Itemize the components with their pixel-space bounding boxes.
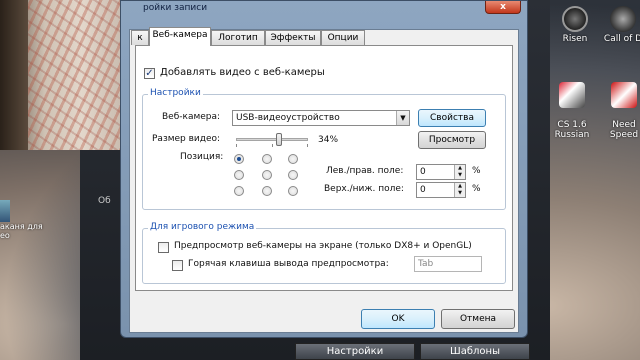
spinner-arrows-icon[interactable]: ▲ ▼	[454, 183, 465, 197]
tb-margin-value: 0	[420, 185, 426, 195]
tab-effects[interactable]: Эффекты	[265, 30, 321, 45]
title-bar[interactable]: ройки записи x	[121, 1, 527, 19]
desktop-icon-label: Need Speed	[609, 120, 639, 140]
settings-group-title: Настройки	[148, 88, 203, 98]
tab-options[interactable]: Опции	[321, 30, 365, 45]
desktop-icon-label: Risen	[562, 34, 588, 44]
desktop-icon-label: CS 1.6 Russian	[554, 120, 590, 140]
webcam-select-value: USB-видеоустройство	[236, 113, 340, 123]
background-templates-button[interactable]: Шаблоны	[420, 343, 530, 360]
game-mode-group-title: Для игрового режима	[148, 222, 257, 232]
tb-margin-unit: %	[472, 184, 481, 194]
background-app-side-label: Об	[98, 196, 111, 206]
video-size-slider-thumb[interactable]	[276, 133, 282, 146]
chevron-down-icon[interactable]: ▼	[396, 111, 409, 125]
properties-button[interactable]: Свойства	[418, 109, 486, 127]
ok-button[interactable]: OK	[361, 309, 435, 329]
preview-button[interactable]: Просмотр	[418, 131, 486, 149]
tb-margin-spinner[interactable]: 0 ▲ ▼	[416, 182, 466, 198]
desktop-icon-risen[interactable]: Risen	[556, 6, 594, 44]
webcam-label: Веб-камера:	[162, 112, 221, 122]
position-radio-top-left[interactable]	[234, 154, 244, 164]
call-of-duty-icon	[610, 6, 636, 32]
position-radio-middle-right[interactable]	[288, 170, 298, 180]
desktop-icon-need-for-speed[interactable]: Need Speed	[608, 72, 640, 150]
position-radio-top-center[interactable]	[262, 154, 272, 164]
desktop-icon-fragment[interactable]: аканя для ео	[0, 200, 43, 240]
video-size-label: Размер видео:	[152, 134, 221, 144]
cancel-button[interactable]: Отмена	[441, 309, 515, 329]
lr-margin-label: Лев./прав. поле:	[326, 166, 404, 176]
window-title: ройки записи	[143, 3, 208, 13]
position-radio-top-right[interactable]	[288, 154, 298, 164]
add-webcam-video-checkbox[interactable]: ✓	[144, 68, 155, 79]
video-size-value: 34%	[318, 135, 339, 145]
tab-logo[interactable]: Логотип	[211, 30, 265, 45]
lr-margin-value: 0	[420, 167, 426, 177]
position-radio-bottom-left[interactable]	[234, 186, 244, 196]
tab-webcam[interactable]: Веб-камера	[149, 27, 211, 46]
webcam-tab-page: ✓ Добавлять видео с веб-камеры Настройки…	[135, 45, 513, 291]
background-settings-button[interactable]: Настройки	[295, 343, 415, 360]
need-for-speed-icon	[611, 82, 637, 108]
desktop-icon-cs16[interactable]: CS 1.6 Russian	[552, 72, 592, 150]
hotkey-input[interactable]: Tab	[414, 256, 482, 272]
spinner-arrows-icon[interactable]: ▲ ▼	[454, 165, 465, 179]
position-radio-middle-left[interactable]	[234, 170, 244, 180]
desktop-icon-label: Call of D	[603, 34, 640, 44]
tab-general[interactable]: к	[131, 30, 149, 45]
desktop-icon-call-of-duty[interactable]: Call of D	[602, 6, 640, 44]
desktop-icon-label: ео	[0, 231, 10, 240]
video-size-slider[interactable]	[236, 138, 308, 141]
hotkey-checkbox[interactable]	[172, 260, 183, 271]
position-radio-bottom-right[interactable]	[288, 186, 298, 196]
position-radio-middle-center[interactable]	[262, 170, 272, 180]
close-button[interactable]: x	[485, 1, 521, 14]
document-icon	[0, 200, 10, 222]
lr-margin-spinner[interactable]: 0 ▲ ▼	[416, 164, 466, 180]
counter-strike-icon	[559, 82, 585, 108]
position-radio-bottom-center[interactable]	[262, 186, 272, 196]
lr-margin-unit: %	[472, 166, 481, 176]
hotkey-label: Горячая клавиша вывода предпросмотра:	[188, 259, 389, 269]
desktop-icon-label: аканя для	[0, 222, 43, 231]
webcam-select[interactable]: USB-видеоустройство ▼	[232, 110, 410, 126]
webcam-preview-checkbox[interactable]	[158, 242, 169, 253]
tb-margin-label: Верх./ниж. поле:	[324, 184, 404, 194]
recording-settings-dialog: ройки записи x к Веб-камера Логотип Эффе…	[120, 0, 528, 338]
position-label: Позиция:	[180, 152, 224, 162]
webcam-preview-label: Предпросмотр веб-камеры на экране (тольк…	[174, 241, 472, 251]
risen-game-icon	[562, 6, 588, 32]
add-webcam-video-label: Добавлять видео с веб-камеры	[160, 67, 325, 78]
